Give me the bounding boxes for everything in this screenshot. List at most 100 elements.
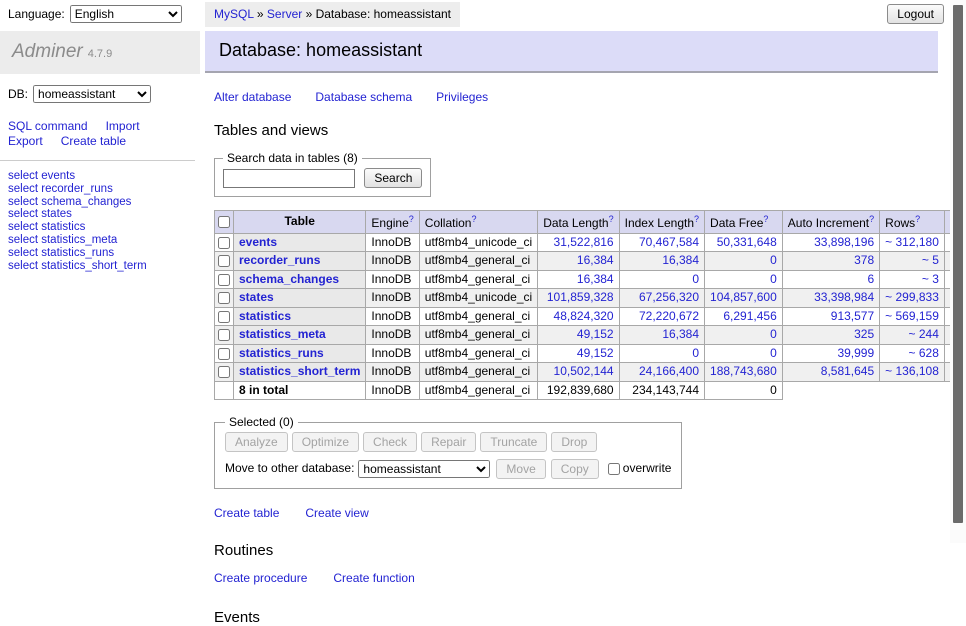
table-link-statistics[interactable]: statistics — [239, 309, 291, 323]
column-label: Auto Increment — [788, 216, 869, 230]
column-label: Engine — [371, 216, 408, 230]
alter-database-link[interactable]: Alter database — [214, 90, 291, 104]
table-link-statistics-short-term[interactable]: statistics_short_term — [239, 364, 360, 378]
column-header-auto-increment: Auto Increment? — [782, 211, 879, 234]
rows-cell: ~ 5 — [880, 252, 945, 271]
repair-button[interactable]: Repair — [421, 432, 476, 452]
sidebar-action-create-table[interactable]: Create table — [61, 134, 126, 148]
routine-links: Create procedure Create function — [214, 571, 950, 585]
help-link-engine[interactable]: ? — [409, 214, 414, 224]
table-row-recorder-runs: recorder_runsInnoDButf8mb4_general_ci16,… — [215, 252, 966, 271]
breadcrumb-link-server[interactable]: Server — [267, 7, 302, 21]
total-row: 8 in totalInnoDButf8mb4_general_ci192,83… — [215, 381, 966, 400]
breadcrumb-link-mysql[interactable]: MySQL — [214, 7, 254, 21]
create-procedure-link[interactable]: Create procedure — [214, 571, 307, 585]
row-checkbox[interactable] — [218, 311, 230, 323]
help-link-index-length[interactable]: ? — [694, 214, 699, 224]
check-button[interactable]: Check — [363, 432, 417, 452]
create-table-link[interactable]: Create table — [214, 506, 279, 520]
help-link-data-free[interactable]: ? — [763, 214, 768, 224]
total-data-free-cell: 0 — [705, 381, 783, 400]
data-free-cell: 50,331,648 — [705, 233, 783, 252]
overwrite-checkbox[interactable] — [608, 463, 620, 475]
column-header-engine: Engine? — [366, 211, 419, 234]
auto-increment-cell: 378 — [782, 252, 879, 271]
move-button[interactable]: Move — [496, 459, 545, 479]
total-engine-cell: InnoDB — [366, 381, 419, 400]
create-function-link[interactable]: Create function — [333, 571, 414, 585]
table-link-schema-changes[interactable]: schema_changes — [239, 272, 339, 286]
table-link-statistics-runs[interactable]: statistics_runs — [239, 346, 324, 360]
index-length-cell: 70,467,584 — [619, 233, 704, 252]
row-checkbox[interactable] — [218, 292, 230, 304]
help-sup: ? — [763, 214, 768, 225]
copy-button[interactable]: Copy — [551, 459, 599, 479]
select-all-checkbox[interactable] — [218, 216, 230, 228]
row-checkbox[interactable] — [218, 255, 230, 267]
index-length-cell: 0 — [619, 344, 704, 363]
table-link-events[interactable]: events — [239, 235, 277, 249]
sidebar-action-export[interactable]: Export — [8, 134, 43, 148]
row-checkbox-cell — [215, 307, 234, 326]
logout-button[interactable]: Logout — [887, 4, 944, 24]
row-checkbox[interactable] — [218, 237, 230, 249]
table-link-recorder-runs[interactable]: recorder_runs — [239, 253, 320, 267]
total-index-length-cell: 234,143,744 — [619, 381, 704, 400]
sidebar-select-recorder-runs[interactable]: select recorder_runs — [8, 183, 200, 196]
db-label: DB: — [8, 87, 28, 101]
adminer-version[interactable]: 4.7.9 — [88, 48, 112, 60]
sidebar-select-statistics-meta[interactable]: select statistics_meta — [8, 234, 200, 247]
move-db-select[interactable]: homeassistant — [358, 460, 490, 478]
page-scrollbar[interactable] — [950, 0, 966, 543]
privileges-link[interactable]: Privileges — [436, 90, 488, 104]
sidebar-select-statistics-short-term[interactable]: select statistics_short_term — [8, 260, 200, 273]
help-link-collation[interactable]: ? — [471, 214, 476, 224]
engine-cell: InnoDB — [366, 363, 419, 382]
table-link-states[interactable]: states — [239, 290, 274, 304]
row-checkbox[interactable] — [218, 329, 230, 341]
data-free-cell: 0 — [705, 270, 783, 289]
scrollbar-thumb[interactable] — [953, 5, 963, 523]
language-select[interactable]: English — [70, 5, 182, 23]
auto-increment-cell: 325 — [782, 326, 879, 345]
data-length-cell: 49,152 — [538, 344, 619, 363]
rows-cell: ~ 299,833 — [880, 289, 945, 308]
data-length-cell: 49,152 — [538, 326, 619, 345]
sidebar-select-schema-changes[interactable]: select schema_changes — [8, 196, 200, 209]
sidebar-select-states[interactable]: select states — [8, 208, 200, 221]
database-schema-link[interactable]: Database schema — [315, 90, 412, 104]
sidebar-select-statistics[interactable]: select statistics — [8, 221, 200, 234]
events-heading: Events — [214, 609, 950, 626]
sidebar-action-import[interactable]: Import — [106, 119, 140, 133]
optimize-button[interactable]: Optimize — [292, 432, 359, 452]
create-links: Create table Create view — [214, 506, 950, 520]
search-fieldset: Search data in tables (8) Search — [214, 151, 431, 197]
help-sup: ? — [915, 214, 920, 225]
db-select[interactable]: homeassistant — [33, 85, 151, 103]
row-checkbox[interactable] — [218, 348, 230, 360]
drop-button[interactable]: Drop — [551, 432, 597, 452]
total-name-cell: 8 in total — [234, 381, 366, 400]
row-checkbox-cell — [215, 289, 234, 308]
empty-cell — [880, 381, 945, 400]
analyze-button[interactable]: Analyze — [225, 432, 288, 452]
help-link-auto-increment[interactable]: ? — [869, 214, 874, 224]
create-view-link[interactable]: Create view — [305, 506, 368, 520]
data-length-cell: 16,384 — [538, 270, 619, 289]
search-button[interactable]: Search — [364, 168, 422, 188]
collation-cell: utf8mb4_general_ci — [419, 252, 537, 271]
row-checkbox[interactable] — [218, 274, 230, 286]
help-link-rows[interactable]: ? — [915, 214, 920, 224]
table-link-statistics-meta[interactable]: statistics_meta — [239, 327, 326, 341]
sidebar-select-events[interactable]: select events — [8, 170, 200, 183]
row-checkbox[interactable] — [218, 366, 230, 378]
help-sup: ? — [869, 214, 874, 225]
db-actions: Alter database Database schema Privileges — [214, 90, 950, 104]
adminer-logo-name: Adminer — [12, 41, 83, 62]
sidebar-select-statistics-runs[interactable]: select statistics_runs — [8, 247, 200, 260]
truncate-button[interactable]: Truncate — [480, 432, 547, 452]
search-input[interactable] — [223, 169, 355, 188]
sidebar-action-sql-command[interactable]: SQL command — [8, 119, 88, 133]
column-header-table: Table — [234, 211, 366, 234]
help-link-data-length[interactable]: ? — [609, 214, 614, 224]
